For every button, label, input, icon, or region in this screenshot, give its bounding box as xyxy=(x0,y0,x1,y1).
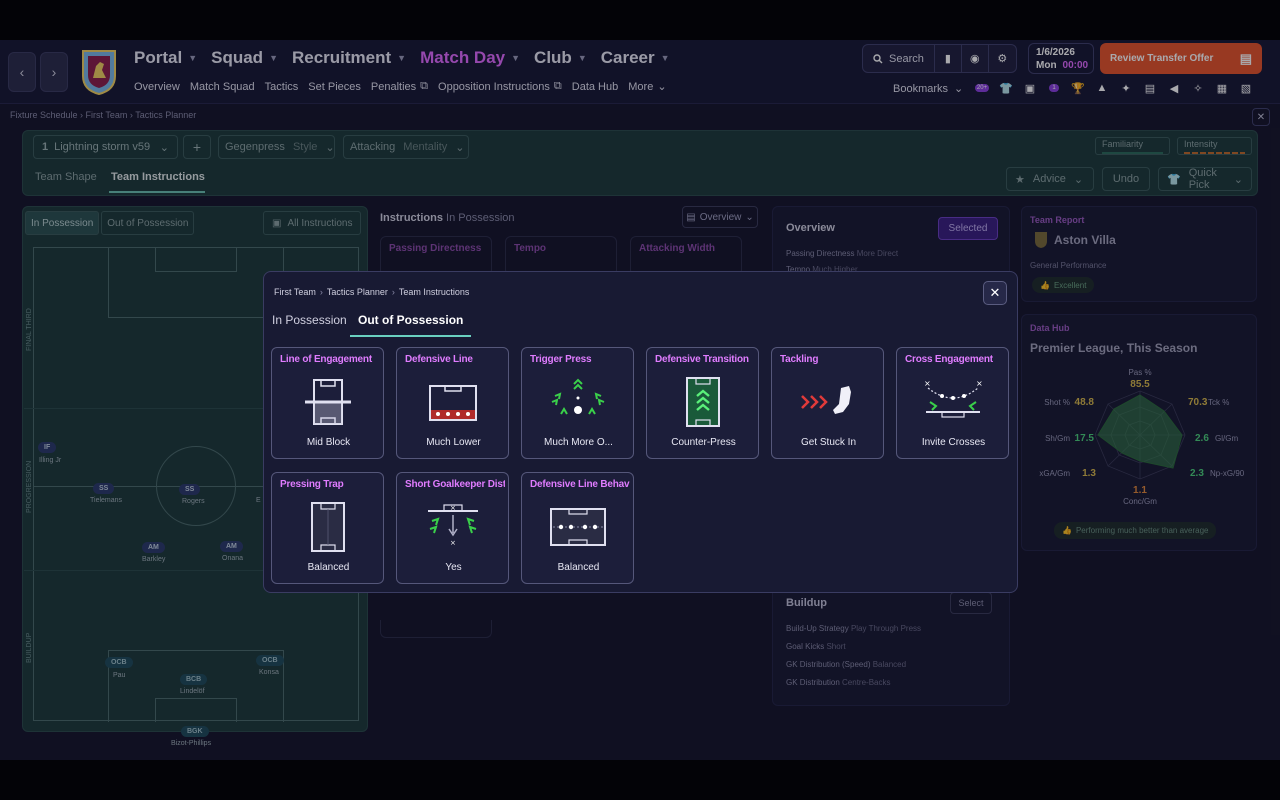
svg-text:×: × xyxy=(976,379,983,388)
instruction-card-line-of-engagement[interactable]: Line of Engagement Mid Block xyxy=(271,347,384,459)
card-value: Much Lower xyxy=(426,437,481,448)
card-title: Short Goalkeeper Distr xyxy=(405,479,505,490)
svg-text:×: × xyxy=(924,379,931,388)
goalkeeper-distribution-icon: × × xyxy=(428,504,478,547)
instruction-card-short-goalkeeper-distribution[interactable]: Short Goalkeeper Distr × × Yes xyxy=(396,472,509,584)
card-value: Counter-Press xyxy=(671,437,736,448)
close-icon[interactable]: ✕ xyxy=(983,281,1007,305)
card-value: Invite Crosses xyxy=(921,437,986,448)
card-value: Much More O... xyxy=(544,437,613,448)
trigger-press-arrows-icon xyxy=(551,378,605,415)
counter-press-pitch-icon xyxy=(686,377,720,427)
modal-crumb-first-team[interactable]: First Team xyxy=(274,287,316,297)
card-title: Cross Engagement xyxy=(905,354,993,365)
card-value: Mid Block xyxy=(306,437,351,448)
instruction-card-cross-engagement[interactable]: Cross Engagement × × Invite Crosses xyxy=(896,347,1009,459)
boot-tackle-icon xyxy=(801,386,851,414)
instruction-card-tackling[interactable]: Tackling Get Stuck In xyxy=(771,347,884,459)
modal-breadcrumb: First Team › Tactics Planner › Team Instru… xyxy=(274,287,469,297)
instruction-card-defensive-transition[interactable]: Defensive Transition Counter-Press xyxy=(646,347,759,459)
instruction-card-trigger-press[interactable]: Trigger Press Much More O... xyxy=(521,347,634,459)
card-title: Defensive Transition xyxy=(655,354,749,365)
tab-in-possession[interactable]: In Possession xyxy=(272,313,347,327)
card-title: Tackling xyxy=(780,354,819,365)
line-behaviour-pitch-icon xyxy=(550,508,606,546)
crumb-separator: › xyxy=(391,287,395,297)
card-title: Line of Engagement xyxy=(280,354,372,365)
card-value: Balanced xyxy=(557,562,600,573)
card-title: Pressing Trap xyxy=(280,479,344,490)
pressing-trap-pitch-icon xyxy=(311,502,345,552)
low-line-pitch-icon xyxy=(429,385,477,421)
svg-text:×: × xyxy=(450,504,456,512)
modal-crumb-tactics-planner[interactable]: Tactics Planner xyxy=(327,287,388,297)
card-title: Defensive Line xyxy=(405,354,473,365)
instruction-card-defensive-line[interactable]: Defensive Line Much Lower xyxy=(396,347,509,459)
card-title: Trigger Press xyxy=(530,354,592,365)
svg-text:×: × xyxy=(450,539,456,547)
invite-crosses-icon: × × xyxy=(924,379,983,418)
instruction-card-defensive-line-behaviour[interactable]: Defensive Line Behavio Balanced xyxy=(521,472,634,584)
card-value: Balanced xyxy=(307,562,350,573)
card-title: Defensive Line Behavio xyxy=(530,479,630,490)
mid-block-pitch-icon xyxy=(305,379,351,425)
crumb-separator: › xyxy=(319,287,323,297)
modal-crumb-team-instructions[interactable]: Team Instructions xyxy=(399,287,470,297)
card-value: Yes xyxy=(445,562,462,573)
team-instructions-modal: First Team › Tactics Planner › Team Instru… xyxy=(263,271,1018,593)
card-value: Get Stuck In xyxy=(800,437,857,448)
tab-out-of-possession[interactable]: Out of Possession xyxy=(350,313,472,337)
instruction-card-pressing-trap[interactable]: Pressing Trap Balanced xyxy=(271,472,384,584)
